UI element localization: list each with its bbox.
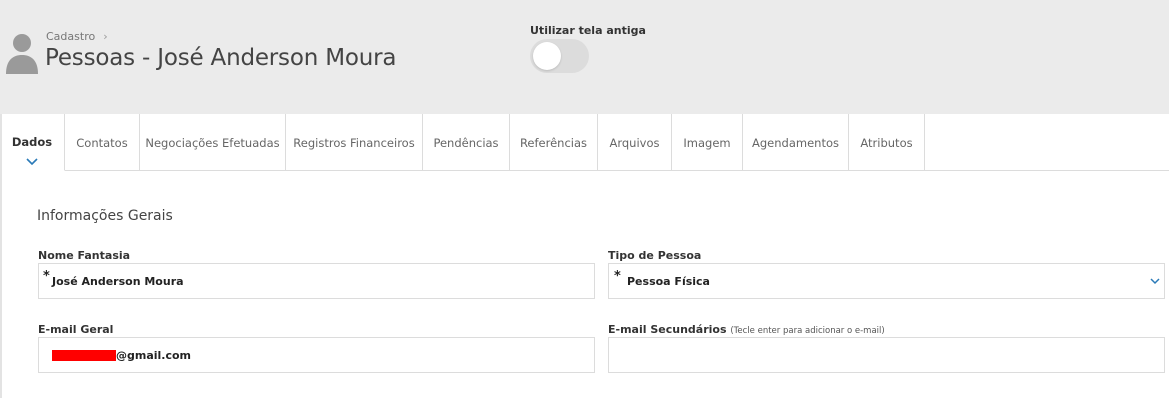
- tab-contatos[interactable]: Contatos: [65, 114, 140, 171]
- tab-label: Atributos: [860, 135, 913, 150]
- tab-label: Dados: [11, 134, 53, 149]
- nome-fantasia-value: José Anderson Moura: [52, 274, 184, 288]
- tab-label: Negociações Efetuadas: [145, 135, 280, 150]
- tab-atributos[interactable]: Atributos: [849, 114, 925, 171]
- email-secundarios-label-text: E-mail Secundários: [608, 323, 727, 336]
- required-mark: *: [43, 269, 50, 284]
- tab-label: Contatos: [76, 135, 128, 150]
- tab-bar: Dados Contatos Negociações Efetuadas Reg…: [0, 114, 1169, 171]
- tab-imagem[interactable]: Imagem: [672, 114, 743, 171]
- redacted-text: [52, 349, 116, 361]
- email-secundarios-hint: (Tecle enter para adicionar o e-mail): [730, 326, 885, 336]
- nome-fantasia-label: Nome Fantasia: [38, 249, 131, 262]
- email-geral-input[interactable]: @gmail.com: [38, 337, 595, 373]
- tab-label: Pendências: [433, 135, 499, 150]
- old-screen-toggle[interactable]: [530, 39, 589, 73]
- page-title: Pessoas - José Anderson Moura: [45, 45, 397, 71]
- tab-label: Referências: [519, 135, 588, 150]
- required-mark: *: [614, 269, 621, 284]
- tab-registros-financeiros[interactable]: Registros Financeiros: [286, 114, 423, 171]
- tab-label: Agendamentos: [752, 135, 839, 150]
- breadcrumb: Cadastro ›: [46, 30, 108, 43]
- user-avatar-icon: [6, 34, 38, 74]
- chevron-down-icon: [26, 158, 38, 166]
- breadcrumb-item-cadastro[interactable]: Cadastro: [46, 30, 95, 43]
- chevron-right-icon: ›: [103, 30, 108, 43]
- tipo-pessoa-select[interactable]: * Pessoa Física: [608, 263, 1165, 299]
- tab-dados[interactable]: Dados: [0, 114, 65, 171]
- page-header: Cadastro › Pessoas - José Anderson Moura…: [0, 0, 1169, 114]
- chevron-down-icon: [1150, 278, 1160, 285]
- tipo-pessoa-label: Tipo de Pessoa: [608, 249, 702, 262]
- tab-pendencias[interactable]: Pendências: [423, 114, 510, 171]
- email-geral-value: @gmail.com: [116, 348, 192, 362]
- content-left-border: [0, 114, 2, 398]
- email-secundarios-input[interactable]: [608, 337, 1165, 373]
- tab-arquivos[interactable]: Arquivos: [598, 114, 672, 171]
- nome-fantasia-input[interactable]: * José Anderson Moura: [38, 263, 595, 299]
- tab-label: Arquivos: [609, 135, 660, 150]
- email-secundarios-label: E-mail Secundários (Tecle enter para adi…: [608, 323, 885, 336]
- tab-agendamentos[interactable]: Agendamentos: [743, 114, 849, 171]
- section-title: Informações Gerais: [37, 208, 173, 224]
- tab-label: Imagem: [683, 135, 731, 150]
- old-screen-toggle-label: Utilizar tela antiga: [530, 24, 646, 37]
- tipo-pessoa-value: Pessoa Física: [627, 274, 710, 288]
- toggle-knob: [533, 42, 561, 70]
- tab-negociacoes-efetuadas[interactable]: Negociações Efetuadas: [140, 114, 286, 171]
- tab-label: Registros Financeiros: [293, 135, 415, 150]
- tab-referencias[interactable]: Referências: [510, 114, 598, 171]
- email-geral-label: E-mail Geral: [38, 323, 114, 336]
